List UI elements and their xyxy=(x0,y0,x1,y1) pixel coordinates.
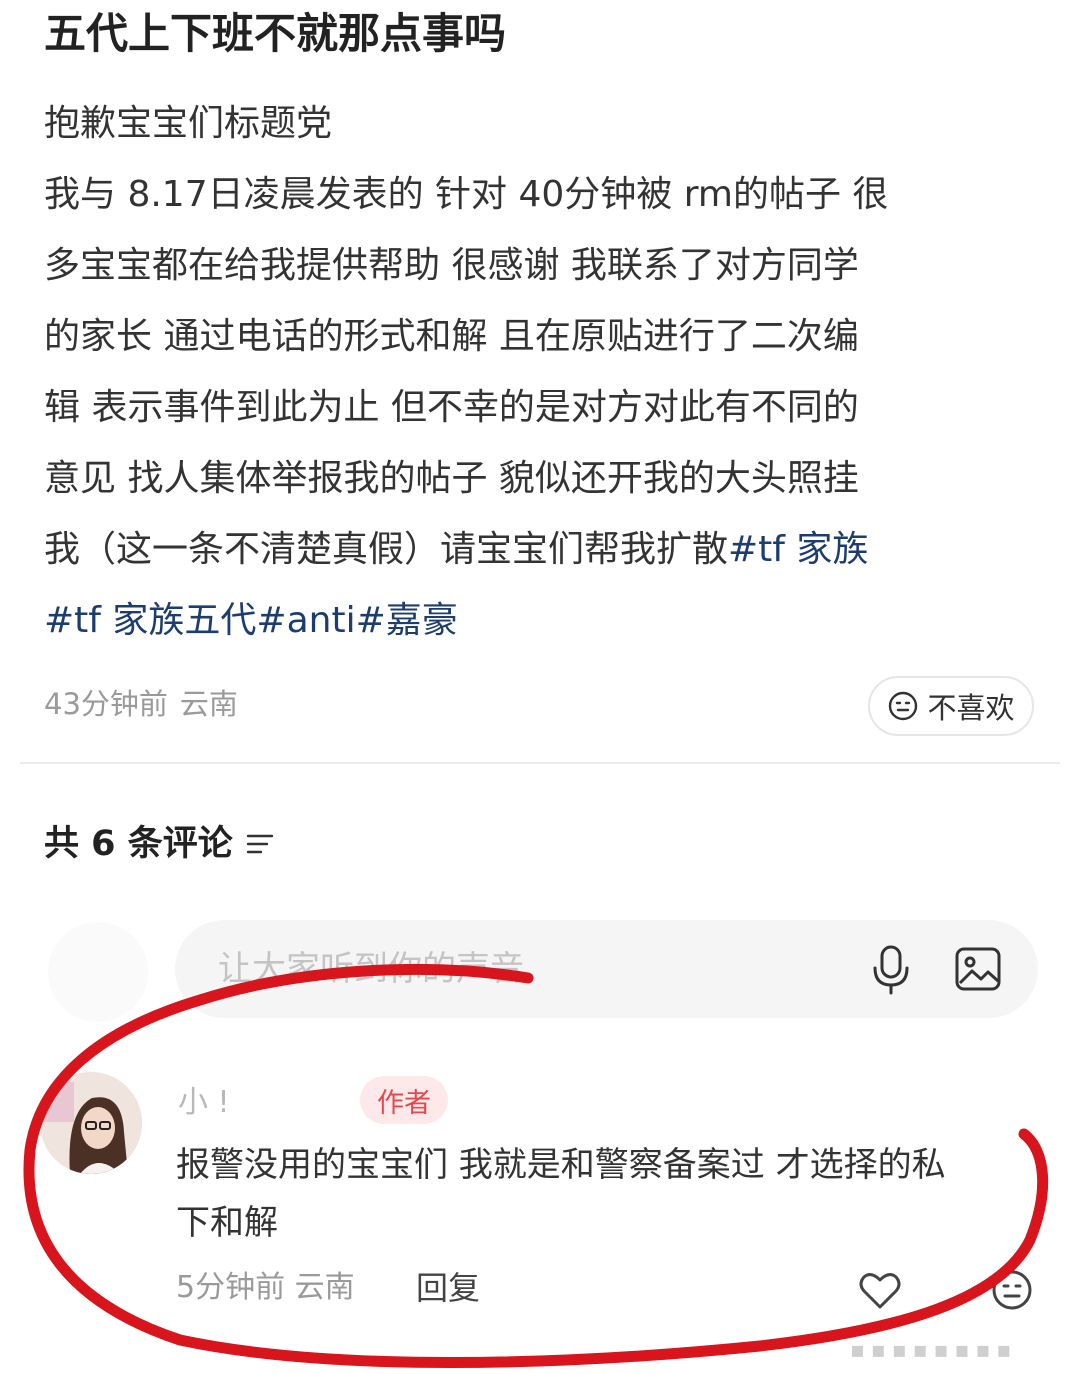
hashtag-link[interactable]: #tf 家族五代 xyxy=(44,600,256,641)
post-line: 抱歉宝宝们标题党 xyxy=(44,103,333,144)
comment-author-name[interactable]: 小 ! xyxy=(178,1082,230,1124)
avatar-photo xyxy=(40,1072,142,1174)
post-line: 多宝宝都在给我提供帮助 很感谢 我联系了对方同学 xyxy=(44,245,859,286)
hashtag-link[interactable]: #嘉豪 xyxy=(356,600,458,641)
watermark: ▪▪▪▪▪▪▪▪ xyxy=(850,1338,1018,1363)
comment-meta: 5分钟前 云南 xyxy=(176,1266,355,1310)
reply-button[interactable]: 回复 xyxy=(416,1266,480,1310)
post-line: 的家长 通过电话的形式和解 且在原贴进行了二次编 xyxy=(44,316,859,357)
post-line: 我与 8.17日凌晨发表的 针对 40分钟被 rm的帖子 很 xyxy=(44,174,889,215)
comment-count: 共 6 条评论 xyxy=(44,818,275,870)
post-location: 云南 xyxy=(179,687,238,721)
post-line: 辑 表示事件到此为止 但不幸的是对方对此有不同的 xyxy=(44,387,859,428)
divider xyxy=(20,762,1060,764)
comment-time: 5分钟前 xyxy=(176,1270,286,1305)
neutral-face-icon[interactable] xyxy=(990,1268,1034,1312)
post-body: 抱歉宝宝们标题党 我与 8.17日凌晨发表的 针对 40分钟被 rm的帖子 很 … xyxy=(44,88,1044,656)
mic-icon[interactable] xyxy=(866,941,916,997)
comment-placeholder: 让大家听到你的声音 xyxy=(218,949,524,989)
heart-icon[interactable] xyxy=(856,1266,904,1314)
avatar xyxy=(48,922,148,1022)
comment-text: 报警没用的宝宝们 我就是和警察备案过 才选择的私 下和解 xyxy=(176,1136,1036,1252)
comment-line: 报警没用的宝宝们 我就是和警察备案过 才选择的私 xyxy=(176,1145,946,1185)
image-icon[interactable] xyxy=(952,941,1004,997)
tags-line: #tf 家族五代#anti#嘉豪 xyxy=(44,585,1044,656)
dislike-label: 不喜欢 xyxy=(927,691,1015,725)
post-line-with-tag: 我（这一条不清楚真假）请宝宝们帮我扩散#tf 家族 xyxy=(44,514,1044,585)
comment-line: 下和解 xyxy=(176,1203,278,1243)
comment-location: 云南 xyxy=(294,1270,355,1305)
author-badge: 作者 xyxy=(360,1076,448,1124)
post-line: 我（这一条不清楚真假）请宝宝们帮我扩散 xyxy=(44,529,729,570)
post-time: 43分钟前 xyxy=(44,687,168,721)
neutral-face-icon xyxy=(889,691,918,721)
hashtag-link[interactable]: #tf 家族 xyxy=(728,529,868,570)
sort-icon[interactable] xyxy=(245,831,275,857)
comment-count-label: 共 6 条评论 xyxy=(44,824,233,864)
avatar[interactable] xyxy=(40,1072,142,1174)
post-meta: 43分钟前 云南 xyxy=(44,682,238,726)
post-title: 五代上下班不就那点事吗 xyxy=(44,9,507,58)
dislike-button[interactable]: 不喜欢 xyxy=(868,676,1034,736)
hashtag-link[interactable]: #anti xyxy=(256,600,355,641)
post-line: 意见 找人集体举报我的帖子 貌似还开我的大头照挂 xyxy=(44,458,859,499)
